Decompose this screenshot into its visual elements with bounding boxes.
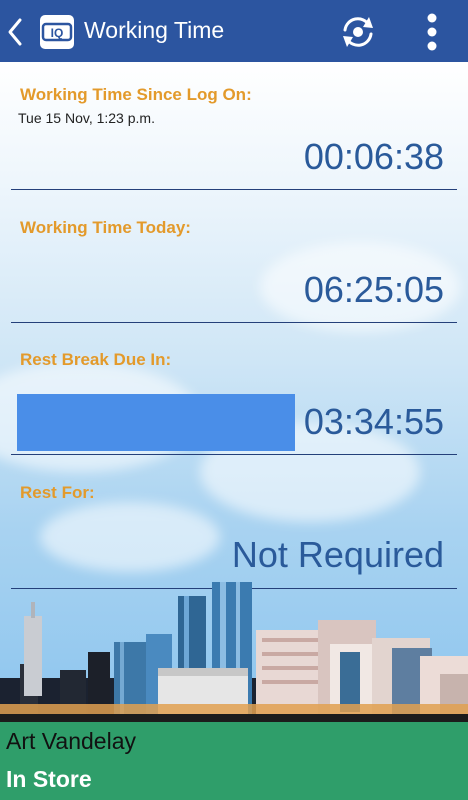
refresh-icon (343, 17, 373, 47)
city-skyline-illustration (0, 582, 468, 722)
rest-for-value: Not Required (231, 534, 444, 575)
logon-timestamp: Tue 15 Nov, 1:23 p.m. (18, 110, 155, 126)
divider (11, 454, 457, 455)
back-button[interactable] (4, 12, 28, 52)
divider (11, 189, 457, 190)
divider (11, 322, 457, 323)
overflow-menu-button[interactable] (416, 10, 448, 54)
section-label: Rest For: (20, 483, 95, 502)
section-label: Working Time Since Log On: (20, 85, 252, 104)
redaction-bar (17, 394, 295, 451)
since-logon-value: 00:06:38 (303, 136, 444, 177)
cloud-decoration (40, 502, 220, 572)
page-title: Working Time (84, 17, 225, 43)
app-logo: IQ (40, 15, 74, 49)
section-label: Working Time Today: (20, 218, 191, 237)
user-name: Art Vandelay (6, 728, 136, 754)
today-value: 06:25:05 (303, 269, 444, 310)
section-label: Rest Break Due In: (20, 350, 172, 369)
chevron-left-icon (8, 18, 22, 46)
rest-break-value: 03:34:55 (303, 401, 444, 442)
more-vertical-icon (427, 13, 437, 51)
refresh-button[interactable] (336, 10, 380, 54)
app-bar: IQ Working Time (0, 0, 468, 62)
content-area: Working Time Since Log On: Tue 15 Nov, 1… (0, 62, 468, 722)
svg-text:IQ: IQ (51, 26, 64, 40)
location-status: In Store (6, 766, 92, 792)
footer-status-bar: Art Vandelay In Store (0, 722, 468, 800)
